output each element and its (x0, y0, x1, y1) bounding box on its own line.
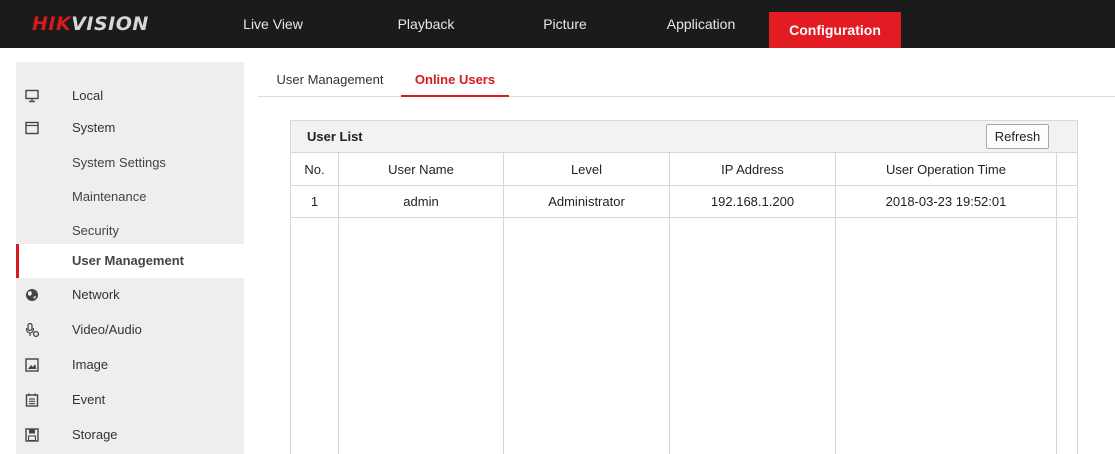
sidebar-item-video-audio[interactable]: Video/Audio (16, 313, 244, 347)
sidebar-item-label: System Settings (72, 155, 166, 170)
cell-level: Administrator (548, 194, 625, 209)
sidebar-item-label: System (72, 120, 116, 135)
user-list-title: User List (307, 129, 363, 144)
sidebar-item-label: Video/Audio (72, 322, 142, 337)
cell-user-name: admin (403, 194, 439, 209)
sidebar-item-image[interactable]: Image (16, 348, 244, 382)
nav-playback[interactable]: Playback (390, 0, 462, 48)
sidebar-item-security[interactable]: Security (16, 214, 244, 248)
nav-picture[interactable]: Picture (534, 0, 596, 48)
cell-operation-time: 2018-03-23 19:52:01 (885, 194, 1007, 209)
sub-tabs: User Management Online Users (258, 62, 1115, 97)
column-header-user-name: User Name (388, 162, 454, 177)
sidebar-item-label: User Management (72, 253, 184, 268)
image-icon (25, 358, 39, 372)
sidebar-item-system-settings[interactable]: System Settings (16, 146, 244, 180)
cell-no: 1 (310, 194, 319, 209)
sidebar-item-local[interactable]: Local (16, 79, 244, 113)
column-header-operation-time: User Operation Time (886, 162, 1006, 177)
hikvision-logo: HIKVISION (32, 13, 149, 35)
user-list-table: User List Refresh No. User Name Level IP… (290, 120, 1078, 454)
sidebar-item-label: Local (72, 88, 104, 103)
sidebar-item-event[interactable]: Event (16, 383, 244, 417)
sidebar-item-storage[interactable]: Storage (16, 418, 244, 452)
sidebar-item-label: Storage (72, 427, 118, 442)
top-navigation-bar: HIKVISION Live View Playback Picture App… (0, 0, 1115, 48)
nav-application[interactable]: Application (656, 0, 746, 48)
nav-live-view[interactable]: Live View (242, 0, 304, 48)
column-header-ip-address: IP Address (721, 162, 784, 177)
column-header-level: Level (570, 162, 603, 177)
sidebar-item-label: Event (72, 392, 106, 407)
user-list-header: User List Refresh (291, 121, 1077, 153)
sidebar-item-network[interactable]: Network (16, 278, 244, 312)
sidebar-item-label: Network (72, 287, 120, 302)
window-icon (25, 121, 39, 135)
sidebar-item-maintenance[interactable]: Maintenance (16, 180, 244, 214)
column-header-no: No. (304, 162, 325, 177)
sidebar-item-label: Maintenance (72, 189, 147, 204)
sidebar-item-label: Image (72, 357, 109, 372)
floppy-disk-icon (25, 428, 39, 442)
nav-configuration[interactable]: Configuration (769, 12, 901, 48)
tab-online-users[interactable]: Online Users (401, 62, 509, 97)
calendar-icon (25, 393, 39, 407)
sidebar-item-label: Security (72, 223, 119, 238)
monitor-icon (25, 89, 39, 103)
globe-icon (26, 289, 38, 301)
tab-user-management[interactable]: User Management (268, 62, 392, 97)
sidebar-item-system[interactable]: System (16, 111, 244, 145)
sidebar-item-user-management[interactable]: User Management (16, 244, 244, 278)
refresh-button[interactable]: Refresh (986, 124, 1049, 149)
config-sidebar: Local System System Settings Maintenance… (16, 62, 244, 454)
microphone-icon (25, 323, 39, 337)
cell-ip-address: 192.168.1.200 (710, 194, 795, 209)
column-divider (1056, 153, 1057, 454)
